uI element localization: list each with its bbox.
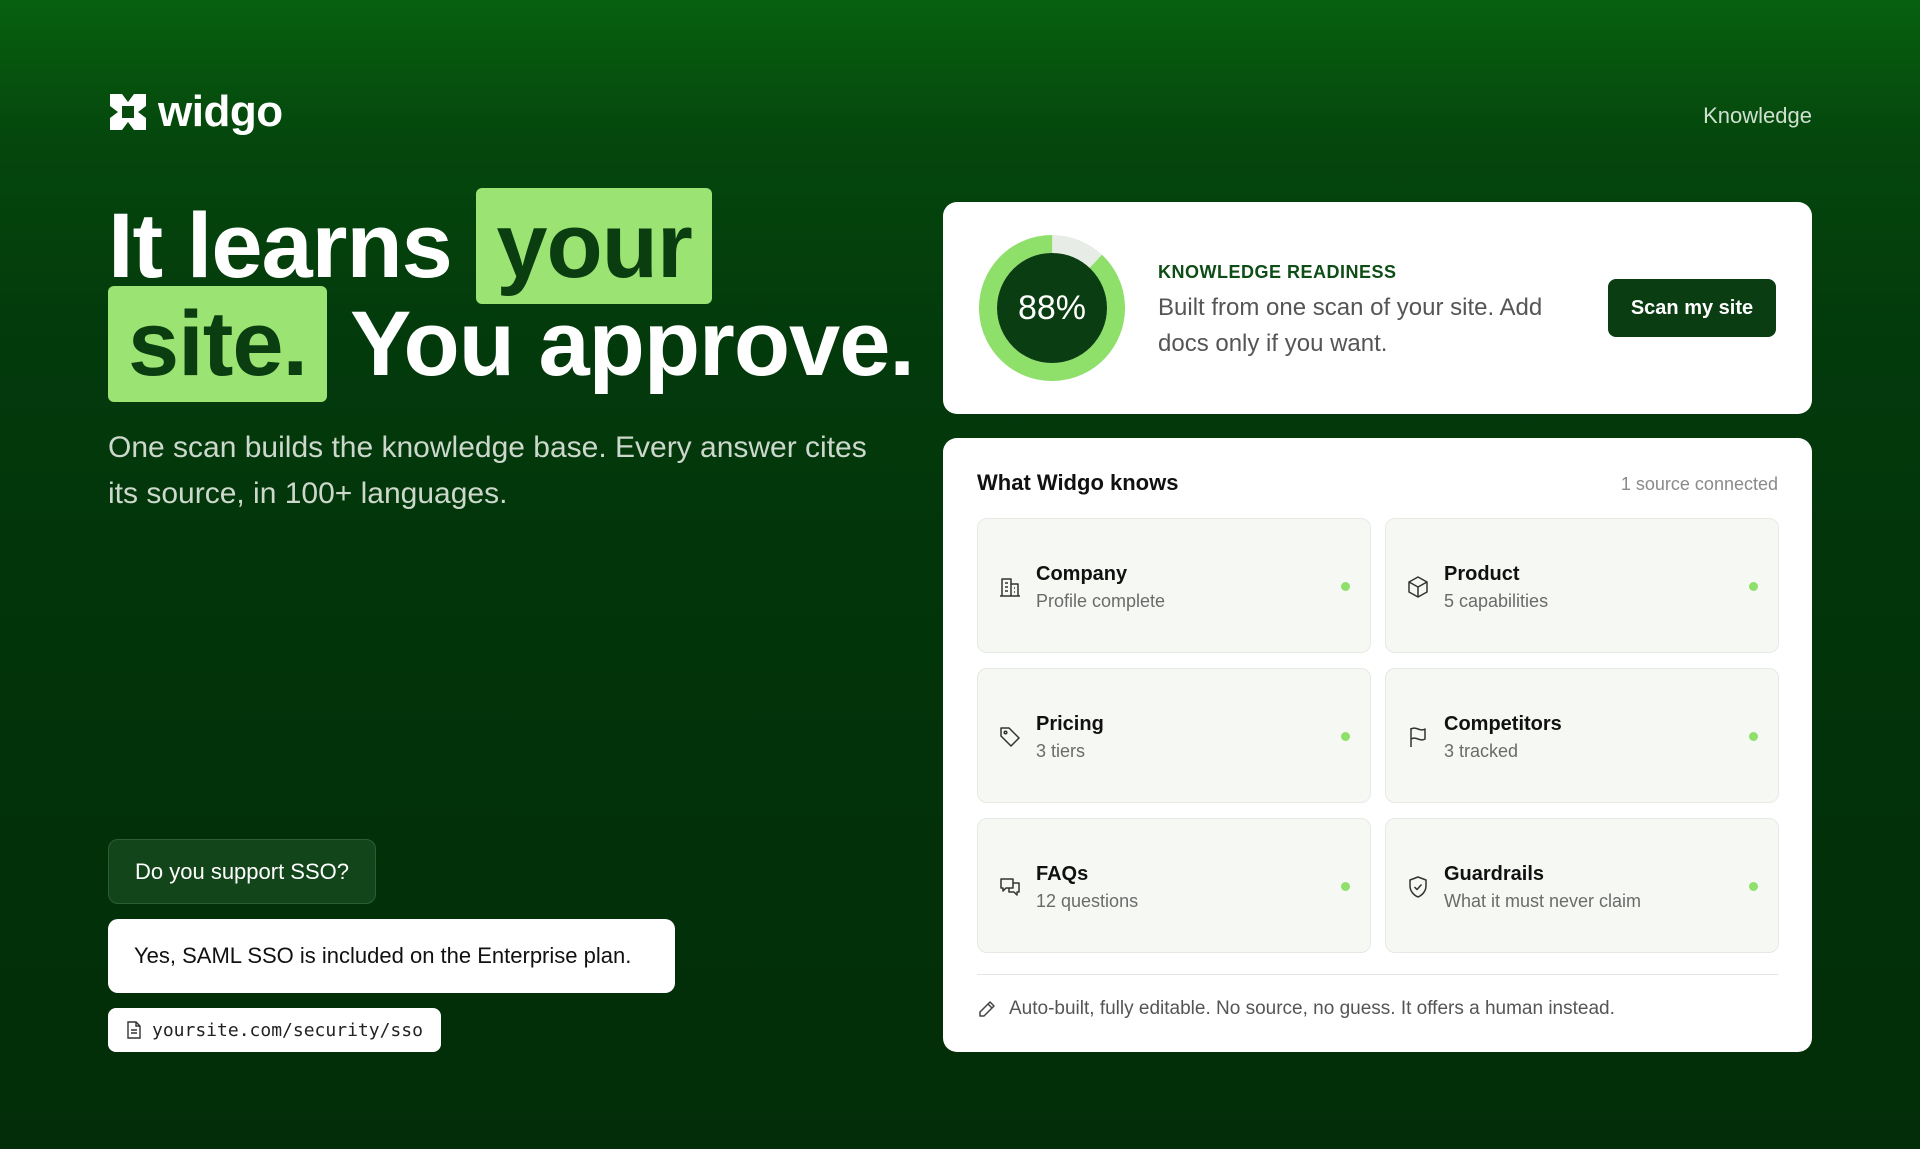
status-dot bbox=[1749, 882, 1758, 891]
shield-check-icon bbox=[1406, 875, 1430, 899]
flag-icon bbox=[1406, 725, 1430, 749]
readiness-percent: 88% bbox=[1017, 288, 1087, 327]
chat-answer-bubble: Yes, SAML SSO is included on the Enterpr… bbox=[108, 919, 675, 993]
box-icon bbox=[1406, 575, 1430, 599]
knowledge-tile-product[interactable]: Product 5 capabilities bbox=[1385, 518, 1779, 653]
source-citation[interactable]: yoursite.com/security/sso bbox=[108, 1008, 441, 1052]
source-count: 1 source connected bbox=[1620, 474, 1778, 494]
headline-text-1: It learns bbox=[108, 195, 477, 297]
tile-name: Competitors bbox=[1444, 713, 1562, 735]
tile-name: Pricing bbox=[1036, 713, 1104, 735]
widgo-logo-icon bbox=[108, 92, 148, 132]
knowledge-tile-company[interactable]: Company Profile complete bbox=[977, 518, 1371, 653]
knowledge-tile-competitors[interactable]: Competitors 3 tracked bbox=[1385, 668, 1779, 803]
document-icon bbox=[126, 1021, 142, 1039]
footnote-text: Auto-built, fully editable. No source, n… bbox=[1009, 998, 1615, 1019]
status-dot bbox=[1341, 882, 1350, 891]
readiness-title: KNOWLEDGE READINESS bbox=[1158, 262, 1397, 282]
card-divider bbox=[977, 974, 1778, 975]
source-url: yoursite.com/security/sso bbox=[152, 1019, 423, 1041]
what-widgo-knows-card: What Widgo knows 1 source connected Comp… bbox=[943, 438, 1812, 1052]
hero-headline: It learns your site. You approve. bbox=[108, 188, 915, 402]
headline-text-2: You approve. bbox=[327, 293, 915, 395]
readiness-progress-ring: 88% bbox=[979, 235, 1125, 381]
status-dot bbox=[1341, 732, 1350, 741]
chat-question-bubble: Do you support SSO? bbox=[108, 839, 377, 904]
tile-status: 5 capabilities bbox=[1444, 591, 1549, 611]
tile-name: Company bbox=[1036, 563, 1128, 585]
building-icon bbox=[998, 575, 1022, 599]
hero-subheadline: One scan builds the knowledge base. Ever… bbox=[108, 431, 867, 510]
tile-name: FAQs bbox=[1036, 863, 1089, 885]
tag-icon bbox=[998, 725, 1022, 749]
tile-status: 3 tracked bbox=[1444, 741, 1519, 761]
tile-status: 12 questions bbox=[1036, 891, 1139, 911]
scan-my-site-button[interactable]: Scan my site bbox=[1608, 279, 1776, 337]
knows-title: What Widgo knows bbox=[977, 470, 1179, 495]
tile-name: Product bbox=[1444, 563, 1520, 585]
pencil-icon bbox=[977, 999, 997, 1019]
nav-knowledge-link[interactable]: Knowledge bbox=[1703, 103, 1812, 129]
tile-status: Profile complete bbox=[1036, 591, 1166, 611]
knowledge-readiness-card: 88% KNOWLEDGE READINESS Built from one s… bbox=[943, 202, 1812, 414]
readiness-description: Built from one scan of your site. Add do… bbox=[1158, 294, 1543, 357]
status-dot bbox=[1749, 732, 1758, 741]
headline-line-2: site. You approve. bbox=[108, 286, 915, 402]
knowledge-tile-pricing[interactable]: Pricing 3 tiers bbox=[977, 668, 1371, 803]
status-dot bbox=[1341, 582, 1350, 591]
brand-name: widgo bbox=[158, 87, 283, 136]
knowledge-tile-guardrails[interactable]: Guardrails What it must never claim bbox=[1385, 818, 1779, 953]
knows-footnote: Auto-built, fully editable. No source, n… bbox=[977, 998, 1615, 1020]
headline-highlight-site: site. bbox=[108, 286, 328, 402]
brand-logo[interactable]: widgo bbox=[108, 90, 283, 134]
chat-icon bbox=[998, 875, 1022, 899]
status-dot bbox=[1749, 582, 1758, 591]
tile-status: 3 tiers bbox=[1036, 741, 1086, 761]
tile-name: Guardrails bbox=[1444, 863, 1545, 885]
tile-status: What it must never claim bbox=[1444, 891, 1642, 911]
knowledge-tile-faqs[interactable]: FAQs 12 questions bbox=[977, 818, 1371, 953]
